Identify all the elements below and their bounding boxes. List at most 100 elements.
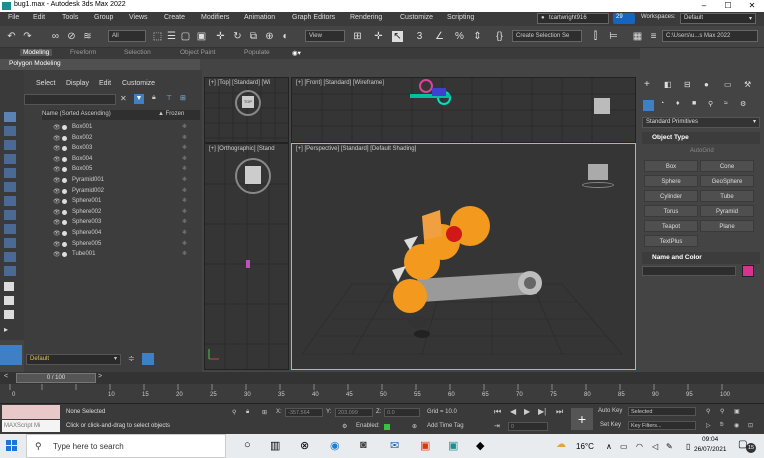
key-selection-dropdown[interactable]: Selected — [628, 407, 696, 416]
enabled-toggle[interactable] — [384, 424, 390, 430]
sphere-button[interactable]: Sphere — [644, 175, 698, 187]
time-slider-prev-icon[interactable]: < — [4, 373, 14, 383]
workspace-dropdown[interactable]: Default ▾ — [680, 13, 756, 24]
adaptive-degradation-icon[interactable]: ⚙ — [342, 423, 347, 430]
battery-icon[interactable]: ▯ — [686, 442, 690, 451]
freeze-icon[interactable]: ❄︎ — [182, 155, 187, 162]
geosphere-button[interactable]: GeoSphere — [700, 175, 754, 187]
explorer-search-field[interactable] — [24, 94, 116, 105]
notifications-icon[interactable]: ▢ 15 — [738, 439, 756, 453]
spinner-snap-icon[interactable]: ⇕ — [472, 31, 483, 42]
key-filters-button[interactable]: Key Filters... — [628, 421, 696, 430]
textplus-button[interactable]: TextPlus — [644, 235, 698, 247]
create-tab-icon[interactable]: + — [644, 79, 650, 90]
rotate-icon[interactable]: ↻ — [232, 31, 243, 42]
display-helpers-icon[interactable] — [4, 182, 16, 192]
eye-icon[interactable]: 👁︎ — [53, 241, 61, 248]
layer-options-icon[interactable]: ≑ — [128, 354, 135, 363]
menu-customize-explorer[interactable]: Customize — [122, 80, 155, 87]
undo-icon[interactable]: ↶ — [6, 31, 17, 42]
filter-icon[interactable]: ▼ — [134, 94, 144, 104]
viewport-front[interactable]: [+] [Front] [Standard] [Wireframe] — [291, 77, 636, 143]
camera-app-icon[interactable]: ◙ — [360, 439, 374, 453]
tab-selection[interactable]: Selection — [124, 49, 151, 56]
set-keys-icon[interactable]: + — [571, 408, 593, 430]
display-lights-icon[interactable] — [4, 154, 16, 164]
menu-group[interactable]: Group — [94, 14, 113, 21]
column-frozen[interactable]: ▲ Frozen — [158, 111, 184, 117]
viewcube[interactable] — [594, 98, 610, 114]
freeze-icon[interactable]: ❄︎ — [182, 250, 187, 257]
scene-explorer-toggle-icon[interactable]: ▦ — [632, 31, 643, 42]
select-all-icon[interactable] — [4, 282, 14, 291]
object-type-rollout[interactable]: Object Type — [642, 132, 760, 144]
field-of-view-icon[interactable]: ▷ — [706, 422, 711, 429]
menu-file[interactable]: File — [8, 14, 19, 21]
eye-icon[interactable]: 👁︎ — [53, 198, 61, 205]
redo-icon[interactable]: ↷ — [22, 31, 33, 42]
clock-time[interactable]: 09:04 — [702, 436, 718, 443]
spacewarps-icon[interactable]: ≈ — [724, 100, 728, 107]
freeze-icon[interactable]: ❄︎ — [182, 229, 187, 236]
play-icon[interactable]: ▶ — [524, 407, 530, 416]
network-icon[interactable]: ▭ — [620, 442, 628, 451]
key-mode-icon[interactable]: ⇥ — [494, 422, 500, 430]
tube-button[interactable]: Tube — [700, 190, 754, 202]
task-view-icon[interactable]: ○ — [244, 439, 258, 453]
display-geometry-icon[interactable] — [4, 126, 16, 136]
widgets-icon[interactable]: ▥ — [270, 439, 284, 453]
keyboard-shortcut-override-icon[interactable]: ↖ — [392, 31, 403, 42]
isolate-icon[interactable]: ⚲ — [232, 409, 236, 416]
time-tag-icon[interactable]: ⊕ — [412, 423, 417, 430]
cameras-icon[interactable]: ■ — [692, 100, 696, 107]
display-tab-icon[interactable]: ▭ — [724, 80, 732, 89]
viewport-label[interactable]: [+] [Perspective] [Standard] [Default Sh… — [296, 146, 416, 152]
pan-icon[interactable]: ✋︎ — [720, 422, 723, 429]
maximize-viewport-icon[interactable]: ⊡ — [748, 422, 753, 429]
freeze-icon[interactable]: ❄︎ — [182, 240, 187, 247]
eye-icon[interactable]: 👁︎ — [53, 188, 61, 195]
menu-modifiers[interactable]: Modifiers — [201, 14, 229, 21]
volume-icon[interactable]: ◁ — [652, 442, 658, 451]
freeze-icon[interactable]: ❄︎ — [182, 165, 187, 172]
viewport-orthographic[interactable]: [+] [Orthographic] [Stand — [204, 143, 289, 370]
menu-display[interactable]: Display — [66, 80, 89, 87]
auto-key-button[interactable]: Auto Key — [598, 408, 622, 414]
plane-button[interactable]: Plane — [700, 220, 754, 232]
polygon-modeling-label[interactable]: Polygon Modeling — [9, 60, 61, 67]
eye-icon[interactable]: 👁︎ — [53, 177, 61, 184]
viewcube[interactable]: TOP — [242, 96, 254, 108]
object-name-field[interactable] — [642, 266, 736, 276]
list-item[interactable]: 👁︎ Sphere003 ❄︎ — [42, 218, 200, 228]
eye-icon[interactable]: 👁︎ — [53, 166, 61, 173]
menu-select[interactable]: Select — [36, 80, 55, 87]
display-bones-icon[interactable] — [4, 238, 16, 248]
object-color-swatch[interactable] — [742, 265, 754, 277]
tray-overflow-icon[interactable]: ∧ — [606, 442, 612, 451]
list-item[interactable]: 👁︎ Sphere002 ❄︎ — [42, 208, 200, 218]
select-none-icon[interactable] — [4, 296, 14, 305]
selection-lock-icon[interactable]: 🔒︎ — [246, 409, 249, 416]
list-item[interactable]: 👁︎ Box002 ❄︎ — [42, 134, 200, 144]
select-manipulate-icon[interactable]: ✛ — [373, 31, 384, 42]
y-coordinate-field[interactable]: 203.099 — [335, 408, 373, 417]
cone-button[interactable]: Cone — [700, 160, 754, 172]
freeze-icon[interactable]: ❄︎ — [182, 218, 187, 225]
time-slider-thumb[interactable]: 0 / 100 — [16, 373, 96, 383]
teapot-button[interactable]: Teapot — [644, 220, 698, 232]
layer-explorer-icon[interactable]: ≡ — [648, 31, 659, 42]
maxscript-listener-input[interactable] — [2, 405, 60, 419]
explorer-collapse-icon[interactable]: ▸ — [4, 325, 14, 334]
use-pivot-center-icon[interactable]: ⊞ — [352, 31, 363, 42]
box-button[interactable]: Box — [644, 160, 698, 172]
percent-snap-icon[interactable]: % — [454, 31, 465, 42]
list-item[interactable]: 👁︎ Box001 ❄︎ — [42, 123, 200, 133]
time-slider-next-icon[interactable]: > — [98, 373, 108, 383]
current-frame-field[interactable]: 0 — [508, 422, 548, 431]
edge-icon[interactable]: ◉ — [330, 439, 344, 453]
windows-start-icon[interactable] — [6, 440, 18, 452]
hierarchy-icon[interactable]: ⊤ — [166, 94, 172, 102]
close-icon[interactable]: ✕ — [120, 94, 127, 103]
freeze-icon[interactable]: ❄︎ — [182, 134, 187, 141]
maximize-button[interactable]: ☐ — [716, 0, 740, 12]
